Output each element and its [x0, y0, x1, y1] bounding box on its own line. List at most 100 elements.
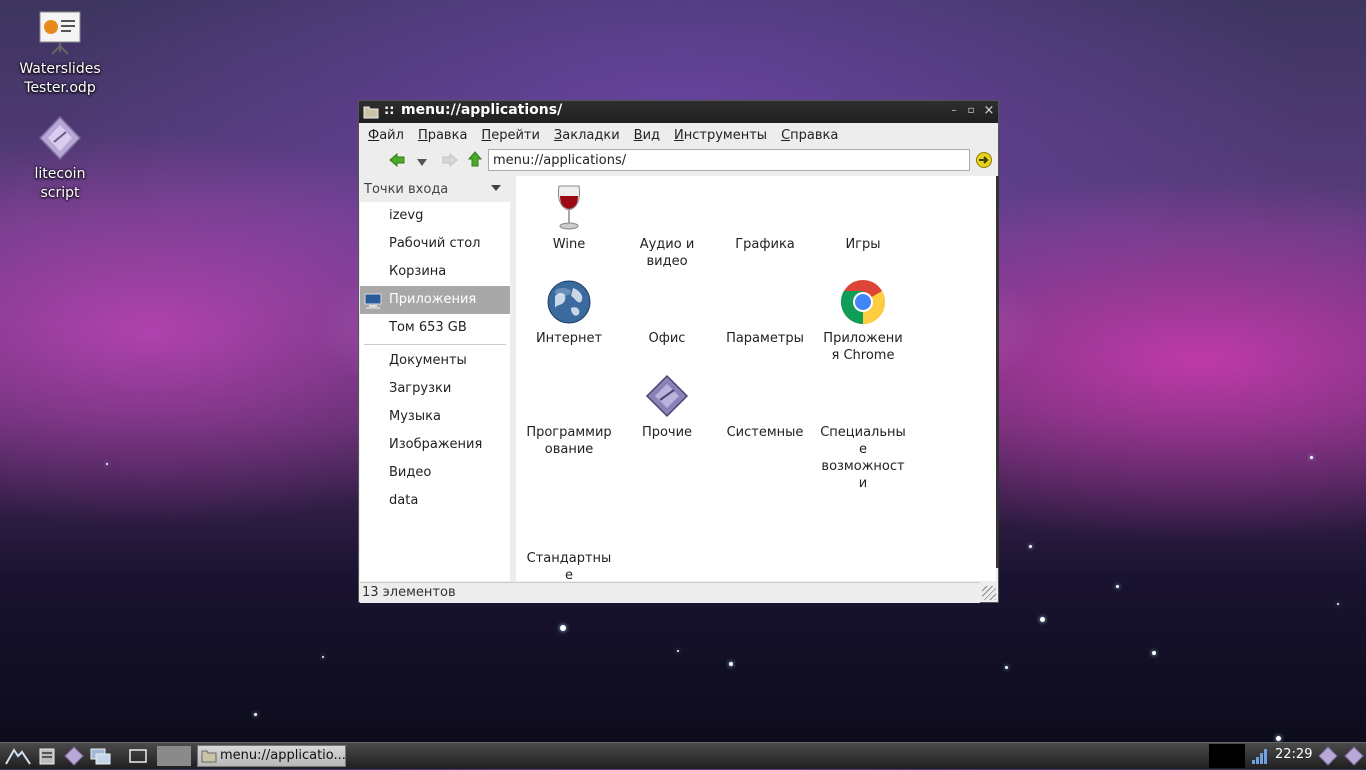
resize-grip[interactable] [982, 586, 996, 600]
menu-label: равка [427, 127, 468, 143]
app-folder-system[interactable]: Системные [716, 372, 814, 441]
menu-label: ид [642, 127, 661, 143]
address-bar[interactable]: menu://applications/ [488, 149, 970, 171]
desktop-icon-label-line1: Waterslides [19, 61, 101, 77]
sidebar-item-volume[interactable]: Том 653 GB [360, 314, 510, 342]
file-view: Wine Аудио и видео Графика Игры Интернет… [516, 176, 996, 584]
file-manager-launcher-icon[interactable] [38, 746, 56, 766]
sidebar-item-music[interactable]: Музыка [360, 403, 510, 431]
app-icon-placeholder [545, 372, 593, 420]
file-manager-window: :: menu://applications/ – ▫ × Файл Правк… [358, 100, 999, 603]
forward-arrow-icon[interactable] [442, 152, 458, 171]
show-desktop-icon[interactable] [128, 746, 148, 766]
app-icon-placeholder [741, 278, 789, 326]
clock[interactable]: 22:29 [1275, 747, 1312, 762]
sidebar-item-downloads[interactable]: Загрузки [360, 375, 510, 403]
globe-icon [545, 278, 593, 326]
chevron-down-icon [491, 185, 501, 191]
app-indicator-diamond-icon[interactable] [1344, 746, 1364, 766]
menu-edit[interactable]: Правка [411, 128, 474, 143]
app-label: Аудио и [639, 237, 695, 252]
menu-label: нструменты [683, 127, 768, 143]
app-folder-chrome-apps[interactable]: Приложени я Chrome [814, 278, 912, 364]
app-icon-placeholder [741, 372, 789, 420]
presentation-file-icon [37, 10, 83, 56]
sidebar: Точки входа izevg Рабочий стол Корзина П… [360, 176, 510, 581]
menu-accel: З [553, 127, 563, 143]
app-folder-accessories[interactable]: Стандартны е [520, 498, 618, 584]
app-icon-placeholder [545, 498, 593, 546]
back-arrow-icon[interactable] [389, 152, 405, 171]
app-folder-office[interactable]: Офис [618, 278, 716, 347]
app-label: Интернет [535, 331, 603, 346]
script-diamond-icon [37, 115, 83, 161]
menu-accel: Ф [368, 127, 380, 143]
app-folder-accessibility[interactable]: Специальны е возможност и [814, 372, 912, 492]
minimize-button[interactable]: – [947, 104, 961, 118]
window-titlebar[interactable]: :: menu://applications/ – ▫ × [359, 101, 998, 123]
sidebar-item-trash[interactable]: Корзина [360, 258, 510, 286]
menu-bar: Файл Правка Перейти Закладки Вид Инструм… [359, 123, 998, 147]
menu-label: ерейти [491, 127, 540, 143]
app-label-3: возможност [821, 459, 905, 474]
sidebar-item-data[interactable]: data [360, 487, 510, 515]
menu-help[interactable]: Справка [774, 128, 845, 143]
app-label: Приложени [823, 331, 903, 346]
app-icon-placeholder [741, 184, 789, 232]
desktop-icon-waterslides[interactable]: Waterslides Tester.odp [10, 10, 110, 98]
close-button[interactable]: × [982, 104, 996, 118]
menu-view[interactable]: Вид [627, 128, 667, 143]
sidebar-item-videos[interactable]: Видео [360, 459, 510, 487]
app-label-2: видео [646, 254, 688, 269]
workspace-pager[interactable] [157, 746, 191, 766]
title-separator: :: [384, 103, 395, 118]
app-folder-audio-video[interactable]: Аудио и видео [618, 184, 716, 270]
app-folder-other[interactable]: Прочие [618, 372, 716, 441]
desktop-icon-litecoin[interactable]: litecoin script [10, 115, 110, 203]
app-label-2: е [859, 442, 867, 457]
app-folder-wine[interactable]: Wine [520, 184, 618, 253]
menu-file[interactable]: Файл [361, 128, 411, 143]
folder-icon [363, 105, 379, 123]
app-icon-placeholder [839, 184, 887, 232]
app-icon-placeholder [839, 372, 887, 420]
menu-accel: И [674, 127, 684, 143]
status-text: 13 элементов [362, 585, 456, 600]
up-arrow-icon[interactable] [467, 151, 483, 171]
app-folder-graphics[interactable]: Графика [716, 184, 814, 253]
app-label: Стандартны [526, 551, 612, 566]
sidebar-item-home[interactable]: izevg [360, 202, 510, 230]
start-menu-icon[interactable] [4, 746, 32, 766]
app-folder-settings[interactable]: Параметры [716, 278, 814, 347]
network-signal-icon[interactable] [1251, 746, 1269, 766]
app-label: Wine [552, 237, 586, 252]
desktop-icon-label-line2: script [40, 185, 80, 201]
sidebar-item-pictures[interactable]: Изображения [360, 431, 510, 459]
menu-label: айл [379, 127, 404, 143]
script-launcher-icon[interactable] [64, 746, 84, 766]
menu-tools[interactable]: Инструменты [667, 128, 774, 143]
history-dropdown-icon[interactable] [417, 156, 427, 171]
menu-go[interactable]: Перейти [474, 128, 547, 143]
misc-diamond-icon [643, 372, 691, 420]
wine-glass-icon [545, 184, 593, 232]
sidebar-mode-dropdown[interactable]: Точки входа [360, 176, 510, 202]
maximize-button[interactable]: ▫ [964, 104, 978, 118]
menu-accel: П [417, 127, 428, 143]
sidebar-item-desktop[interactable]: Рабочий стол [360, 230, 510, 258]
app-label: Программир [526, 425, 612, 440]
app-label: Специальны [820, 425, 906, 440]
app-icon-placeholder [643, 184, 691, 232]
sidebar-item-applications[interactable]: Приложения [360, 286, 510, 314]
window-switcher-icon[interactable] [90, 746, 112, 766]
app-folder-internet[interactable]: Интернет [520, 278, 618, 347]
vertical-scrollbar[interactable] [996, 176, 999, 568]
app-folder-games[interactable]: Игры [814, 184, 912, 253]
taskbar-window-button[interactable]: menu://applicatio... [197, 745, 346, 767]
sidebar-item-documents[interactable]: Документы [360, 347, 510, 375]
go-arrow-icon[interactable] [975, 152, 993, 172]
app-indicator-diamond-icon[interactable] [1318, 746, 1338, 766]
taskbar-window-label: menu://applicatio... [220, 748, 346, 763]
app-folder-programming[interactable]: Программир ование [520, 372, 618, 458]
menu-bookmarks[interactable]: Закладки [547, 128, 627, 143]
